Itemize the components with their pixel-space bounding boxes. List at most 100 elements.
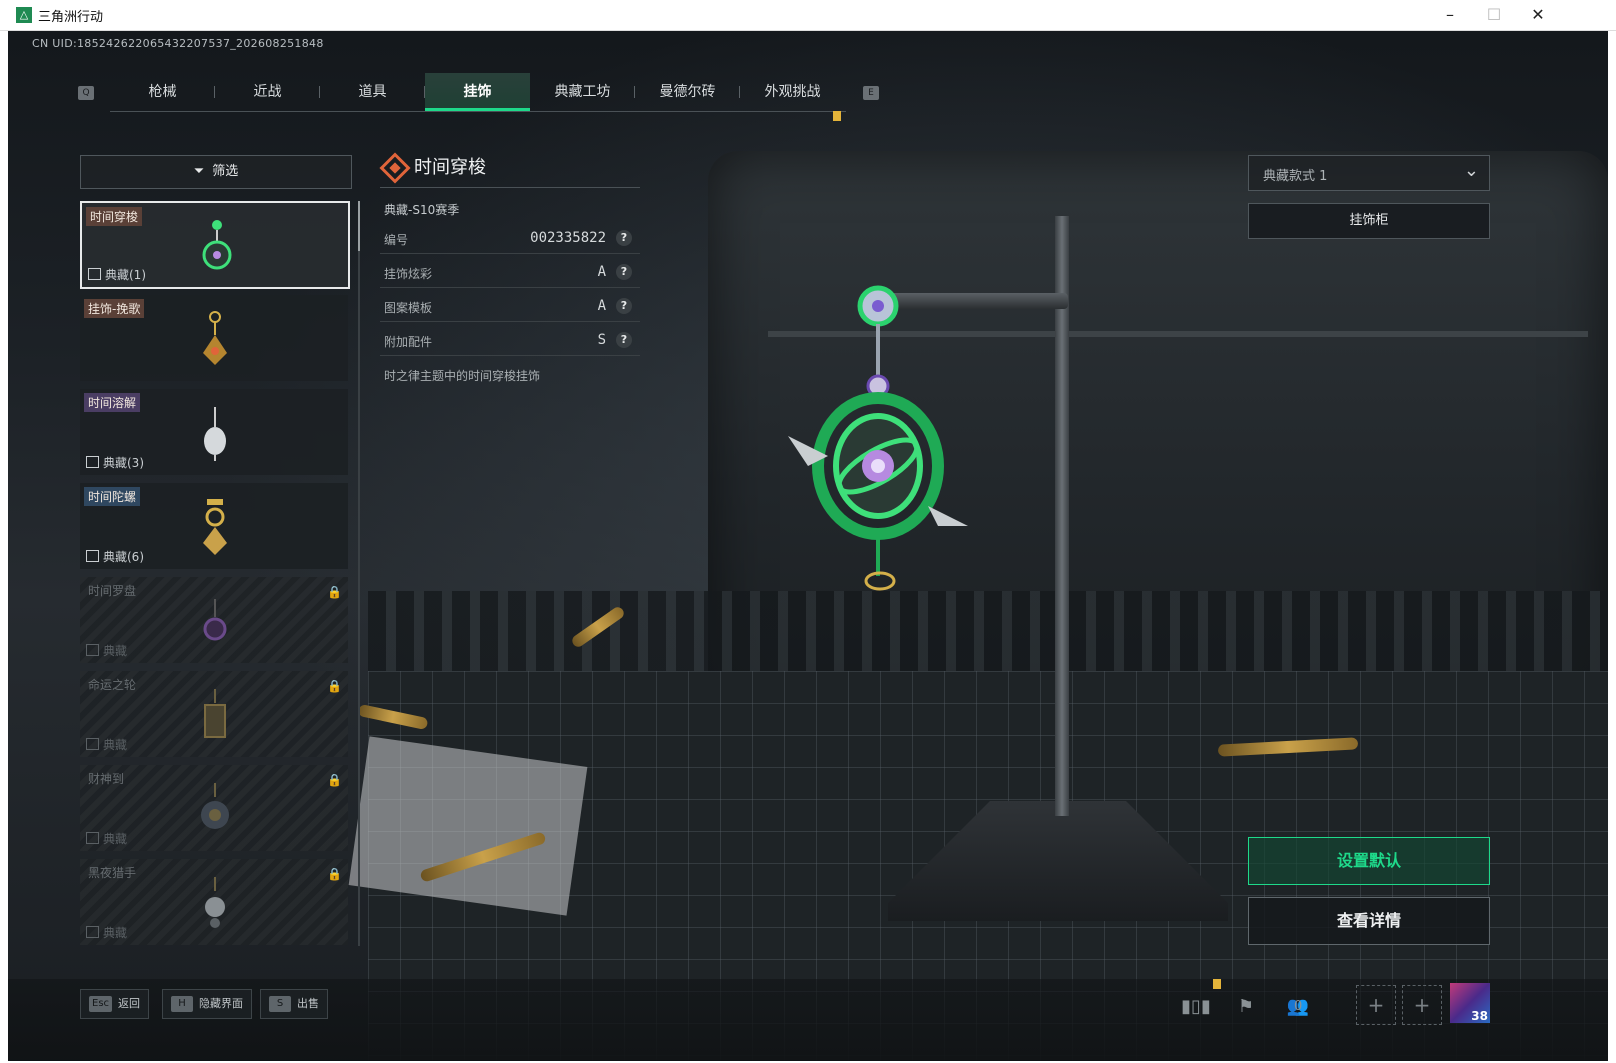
list-item[interactable]: 黑夜猎手 🔒 典藏 (80, 859, 348, 945)
lock-icon: 🔒 (327, 585, 342, 599)
divider (380, 187, 640, 188)
detail-description: 时之律主题中的时间穿梭挂饰 (384, 369, 541, 383)
filter-label: 筛选 (212, 164, 239, 179)
player-avatar[interactable]: 38 (1450, 983, 1490, 1023)
item-name: 挂饰-挽歌 (84, 299, 145, 318)
detail-row-serial: 编号 002335822 ? (380, 225, 640, 254)
tab-charms[interactable]: 挂饰 (425, 73, 530, 111)
row-key: 编号 (384, 233, 409, 247)
list-item[interactable]: 挂饰-挽歌 (80, 295, 348, 381)
tab-appearance-challenge[interactable]: 外观挑战 (740, 73, 845, 111)
item-name: 时间陀螺 (84, 487, 141, 506)
charm-thumbnail (202, 220, 232, 270)
item-count: 典藏(6) (86, 548, 144, 565)
style-dropdown-value: 典藏款式 1 (1263, 169, 1328, 184)
item-count: 典藏(1) (88, 266, 146, 283)
maximize-button[interactable]: ☐ (1472, 0, 1516, 30)
game-window: △ 三角洲行动 – ☐ ✕ CN UID:1852426220654322075… (0, 0, 1616, 1063)
list-item[interactable]: 时间穿梭 典藏(1) (80, 201, 350, 289)
row-value: S (597, 332, 606, 348)
item-name: 时间穿梭 (86, 207, 143, 226)
key-cap: Esc (89, 996, 113, 1012)
hint-label: 返回 (118, 997, 141, 1010)
charm-thumbnail (204, 407, 226, 461)
app-icon: △ (16, 7, 32, 23)
list-scrollbar[interactable] (358, 201, 360, 946)
grate-background (368, 591, 1608, 671)
charm-cabinet-button[interactable]: 挂饰柜 (1248, 203, 1490, 239)
list-item[interactable]: 时间溶解 典藏(3) (80, 389, 348, 475)
tab-prev-key-hint[interactable]: Q (78, 86, 94, 100)
key-cap: H (171, 996, 193, 1012)
charm-thumbnail (205, 877, 225, 928)
rarity-diamond-icon (379, 152, 411, 184)
item-name: 财神到 (88, 772, 125, 786)
help-icon[interactable]: ? (616, 264, 632, 280)
view-details-button[interactable]: 查看详情 (1248, 897, 1490, 945)
tab-mandel-brick[interactable]: 曼德尔砖 (635, 73, 740, 111)
lock-icon: 🔒 (327, 773, 342, 787)
row-key: 图案模板 (384, 301, 433, 315)
collection-icon (86, 456, 99, 468)
item-name: 时间罗盘 (88, 584, 137, 598)
flag-icon[interactable]: ⚑ (1226, 989, 1266, 1025)
item-count: 典藏 (86, 830, 127, 847)
hide-ui-hint[interactable]: H 隐藏界面 (162, 989, 252, 1019)
tab-items[interactable]: 道具 (320, 73, 425, 111)
collection-icon (88, 268, 101, 280)
row-value: 002335822 (530, 230, 606, 246)
notification-badge (1213, 979, 1221, 989)
minimize-button[interactable]: – (1428, 0, 1472, 30)
hint-label: 出售 (297, 997, 319, 1010)
title-bar: △ 三角洲行动 – ☐ ✕ (0, 0, 1616, 31)
tab-collection-workshop[interactable]: 典藏工坊 (530, 73, 635, 111)
row-key: 附加配件 (384, 335, 433, 349)
detail-row-accessory: 附加配件 S ? (380, 327, 640, 356)
help-icon[interactable]: ? (616, 332, 632, 348)
scrollbar-thumb[interactable] (358, 201, 360, 251)
tab-melee[interactable]: 近战 (215, 73, 320, 111)
charm-thumbnail (203, 311, 227, 365)
stats-icon[interactable]: ▮▯▮ (1176, 989, 1216, 1025)
detail-row-colorway: 挂饰炫彩 A ? (380, 259, 640, 288)
tab-firearms[interactable]: 枪械 (110, 73, 215, 111)
detail-title: 时间穿梭 (414, 157, 486, 178)
item-count: 典藏 (86, 736, 127, 753)
charm-thumbnail (201, 783, 229, 829)
charm-thumbnail (203, 499, 227, 555)
collection-icon (86, 738, 99, 750)
lock-icon: 🔒 (327, 679, 342, 693)
charm-list: 时间穿梭 典藏(1) 挂饰-挽歌 时间溶解 典藏(3) 时间陀螺 典藏(6) 时… (80, 201, 350, 1061)
list-item[interactable]: 时间罗盘 🔒 典藏 (80, 577, 348, 663)
close-button[interactable]: ✕ (1516, 0, 1560, 30)
player-level: 38 (1471, 1009, 1488, 1023)
charm-thumbnail (204, 689, 226, 738)
add-teammate-slot[interactable]: + (1356, 985, 1396, 1025)
detail-header: 时间穿梭 (379, 151, 640, 187)
collection-icon (86, 644, 99, 656)
back-hint[interactable]: Esc 返回 (80, 989, 150, 1019)
row-key: 挂饰炫彩 (384, 267, 433, 281)
paper-background (348, 736, 588, 916)
list-item[interactable]: 命运之轮 🔒 典藏 (80, 671, 348, 757)
lock-icon: 🔒 (327, 867, 342, 881)
list-item[interactable]: 财神到 🔒 典藏 (80, 765, 348, 851)
help-icon[interactable]: ? (616, 230, 632, 246)
item-count: 典藏 (86, 924, 127, 941)
detail-season: 典藏-S10赛季 (384, 203, 460, 217)
key-cap: S (269, 996, 291, 1012)
category-tabs: 枪械 近战 道具 挂饰 典藏工坊 曼德尔砖 外观挑战 (110, 73, 846, 121)
help-icon[interactable]: ? (616, 298, 632, 314)
filter-button[interactable]: ⏷ 筛选 (80, 155, 352, 189)
style-dropdown[interactable]: 典藏款式 1 ⌄ (1248, 155, 1490, 191)
sell-hint[interactable]: S 出售 (260, 989, 328, 1019)
time-shuttle-charm-model[interactable] (768, 276, 988, 596)
list-item[interactable]: 时间陀螺 典藏(6) (80, 483, 348, 569)
set-default-button[interactable]: 设置默认 (1248, 837, 1490, 885)
charm-thumbnail (203, 599, 227, 641)
hint-label: 隐藏界面 (199, 997, 243, 1010)
uid-text: CN UID:18524262206543220753​7_2026082518… (32, 37, 324, 50)
friend-count: 0 (1294, 999, 1303, 1014)
add-teammate-slot[interactable]: + (1402, 985, 1442, 1025)
tab-next-key-hint[interactable]: E (863, 86, 879, 100)
